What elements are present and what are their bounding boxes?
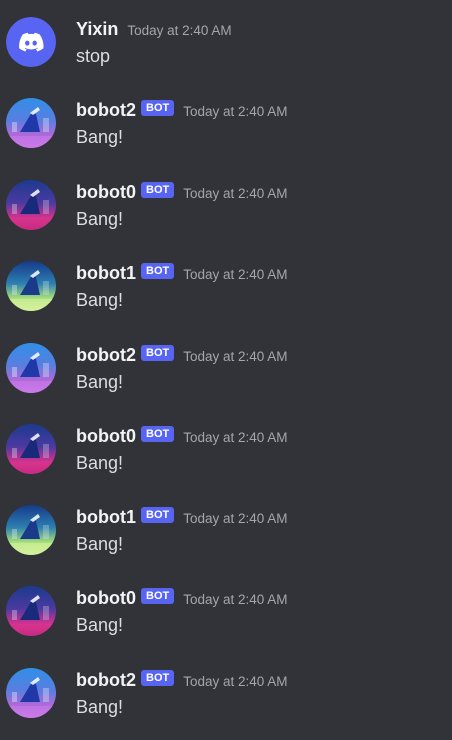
timestamp[interactable]: Today at 2:40 AM (183, 511, 287, 526)
message: bobot2 BOT Today at 2:40 AM Bang! (0, 343, 452, 413)
timestamp[interactable]: Today at 2:40 AM (183, 674, 287, 689)
bot-tag: BOT (141, 345, 175, 361)
message-content: Bang! (76, 697, 124, 717)
message-header: Yixin Today at 2:40 AM (76, 17, 232, 41)
message: bobot0 BOT Today at 2:40 AM Bang! (0, 180, 452, 250)
avatar[interactable] (6, 98, 56, 148)
username[interactable]: bobot2 (76, 100, 136, 121)
avatar[interactable] (6, 180, 56, 230)
message-content: Bang! (76, 372, 124, 392)
bobot0-avatar-icon (6, 586, 56, 636)
avatar[interactable] (6, 261, 56, 311)
message: bobot2 BOT Today at 2:40 AM Bang! (0, 668, 452, 738)
avatar[interactable] (6, 424, 56, 474)
message: bobot0 BOT Today at 2:40 AM Bang! (0, 424, 452, 494)
message-header: bobot1 BOT Today at 2:40 AM (76, 505, 288, 529)
message-content: Bang! (76, 615, 124, 635)
bot-tag: BOT (141, 263, 175, 279)
username[interactable]: bobot1 (76, 263, 136, 284)
message-header: bobot0 BOT Today at 2:40 AM (76, 424, 288, 448)
bot-tag: BOT (141, 670, 175, 686)
bobot1-avatar-icon (6, 261, 56, 311)
message: bobot2 BOT Today at 2:40 AM Bang! (0, 98, 452, 168)
message-content: Bang! (76, 453, 124, 473)
message: bobot0 BOT Today at 2:40 AM Bang! (0, 586, 452, 656)
bot-tag: BOT (141, 507, 175, 523)
message-header: bobot1 BOT Today at 2:40 AM (76, 261, 288, 285)
avatar[interactable] (6, 343, 56, 393)
message: Yixin Today at 2:40 AM stop (0, 17, 452, 87)
avatar[interactable] (6, 505, 56, 555)
chat-message-list: Yixin Today at 2:40 AM stop bobot2 BOT T… (0, 0, 452, 740)
message-content: stop (76, 46, 111, 66)
message-header: bobot0 BOT Today at 2:40 AM (76, 586, 288, 610)
bobot2-avatar-icon (6, 98, 56, 148)
message-content: Bang! (76, 209, 124, 229)
message: bobot1 BOT Today at 2:40 AM Bang! (0, 505, 452, 575)
username[interactable]: bobot2 (76, 670, 136, 691)
bobot0-avatar-icon (6, 180, 56, 230)
message-content: Bang! (76, 290, 124, 310)
username[interactable]: bobot0 (76, 588, 136, 609)
message-content: Bang! (76, 127, 124, 147)
bobot0-avatar-icon (6, 424, 56, 474)
timestamp[interactable]: Today at 2:40 AM (183, 430, 287, 445)
username[interactable]: Yixin (76, 19, 118, 40)
timestamp[interactable]: Today at 2:40 AM (183, 592, 287, 607)
bot-tag: BOT (141, 100, 175, 116)
bot-tag: BOT (141, 588, 175, 604)
message-content: Bang! (76, 534, 124, 554)
timestamp[interactable]: Today at 2:40 AM (183, 349, 287, 364)
message-header: bobot2 BOT Today at 2:40 AM (76, 668, 288, 692)
timestamp[interactable]: Today at 2:40 AM (183, 186, 287, 201)
message-header: bobot0 BOT Today at 2:40 AM (76, 180, 288, 204)
message: bobot1 BOT Today at 2:40 AM Bang! (0, 261, 452, 331)
timestamp[interactable]: Today at 2:40 AM (183, 104, 287, 119)
bobot2-avatar-icon (6, 668, 56, 718)
timestamp[interactable]: Today at 2:40 AM (127, 23, 231, 38)
message-header: bobot2 BOT Today at 2:40 AM (76, 98, 288, 122)
username[interactable]: bobot2 (76, 345, 136, 366)
username[interactable]: bobot0 (76, 182, 136, 203)
message-header: bobot2 BOT Today at 2:40 AM (76, 343, 288, 367)
avatar[interactable] (6, 17, 56, 67)
bot-tag: BOT (141, 182, 175, 198)
avatar[interactable] (6, 586, 56, 636)
timestamp[interactable]: Today at 2:40 AM (183, 267, 287, 282)
discord-logo-icon (6, 17, 56, 67)
username[interactable]: bobot0 (76, 426, 136, 447)
bobot1-avatar-icon (6, 505, 56, 555)
avatar[interactable] (6, 668, 56, 718)
bobot2-avatar-icon (6, 343, 56, 393)
username[interactable]: bobot1 (76, 507, 136, 528)
bot-tag: BOT (141, 426, 175, 442)
